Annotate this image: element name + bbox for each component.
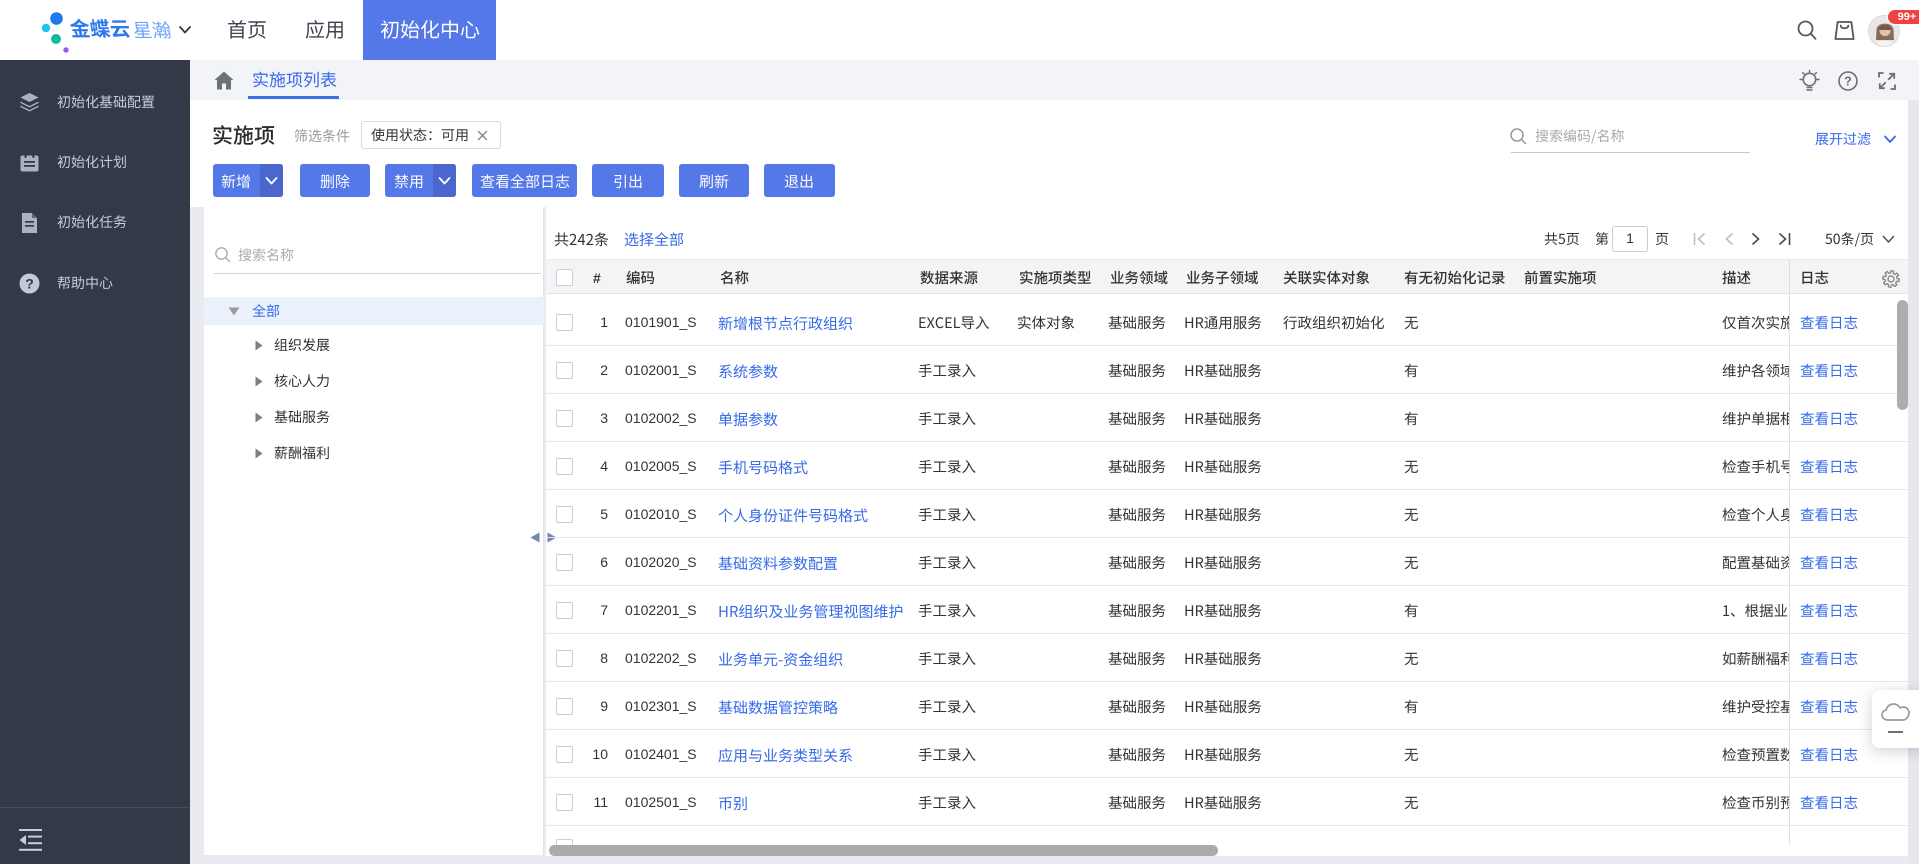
svg-text:?: ? <box>25 276 34 292</box>
svg-text:?: ? <box>1844 75 1852 89</box>
